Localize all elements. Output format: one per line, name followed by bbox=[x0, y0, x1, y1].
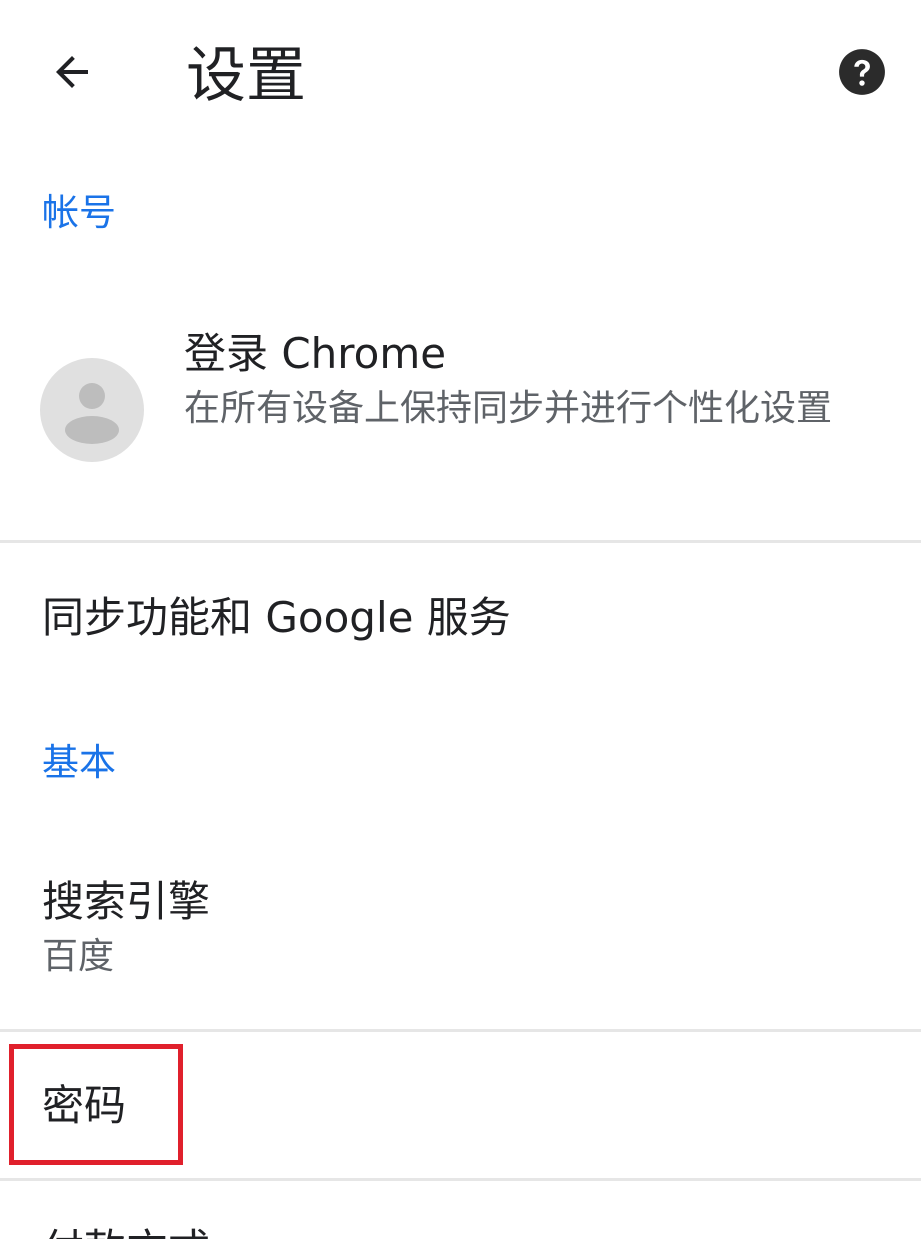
sync-label: 同步功能和 Google 服务 bbox=[42, 593, 511, 642]
help-circle-icon bbox=[837, 47, 887, 101]
sign-in-chrome-item[interactable]: 登录 Chrome 在所有设备上保持同步并进行个性化设置 bbox=[0, 296, 921, 540]
divider bbox=[0, 1029, 921, 1032]
passwords-label: 密码 bbox=[42, 1081, 127, 1130]
arrow-left-icon bbox=[48, 48, 96, 100]
back-button[interactable] bbox=[30, 32, 114, 116]
search-engine-label: 搜索引擎 bbox=[42, 877, 211, 926]
section-header-basic: 基本 bbox=[42, 741, 116, 784]
passwords-item[interactable]: 密码 bbox=[0, 1034, 921, 1176]
page-title: 设置 bbox=[186, 41, 306, 111]
sign-in-subtitle: 在所有设备上保持同步并进行个性化设置 bbox=[184, 388, 833, 429]
search-engine-item[interactable]: 搜索引擎 百度 bbox=[0, 860, 921, 1028]
person-avatar-icon bbox=[40, 358, 144, 462]
sign-in-title: 登录 Chrome bbox=[184, 329, 447, 378]
divider bbox=[0, 1178, 921, 1181]
search-engine-value: 百度 bbox=[42, 936, 115, 977]
divider bbox=[0, 540, 921, 543]
help-button[interactable] bbox=[826, 38, 898, 110]
payment-methods-label: 付款方式 bbox=[42, 1222, 210, 1239]
section-header-account: 帐号 bbox=[42, 191, 116, 234]
sync-google-services-item[interactable]: 同步功能和 Google 服务 bbox=[0, 560, 921, 680]
payment-methods-item[interactable]: 付款方式 bbox=[0, 1184, 921, 1239]
